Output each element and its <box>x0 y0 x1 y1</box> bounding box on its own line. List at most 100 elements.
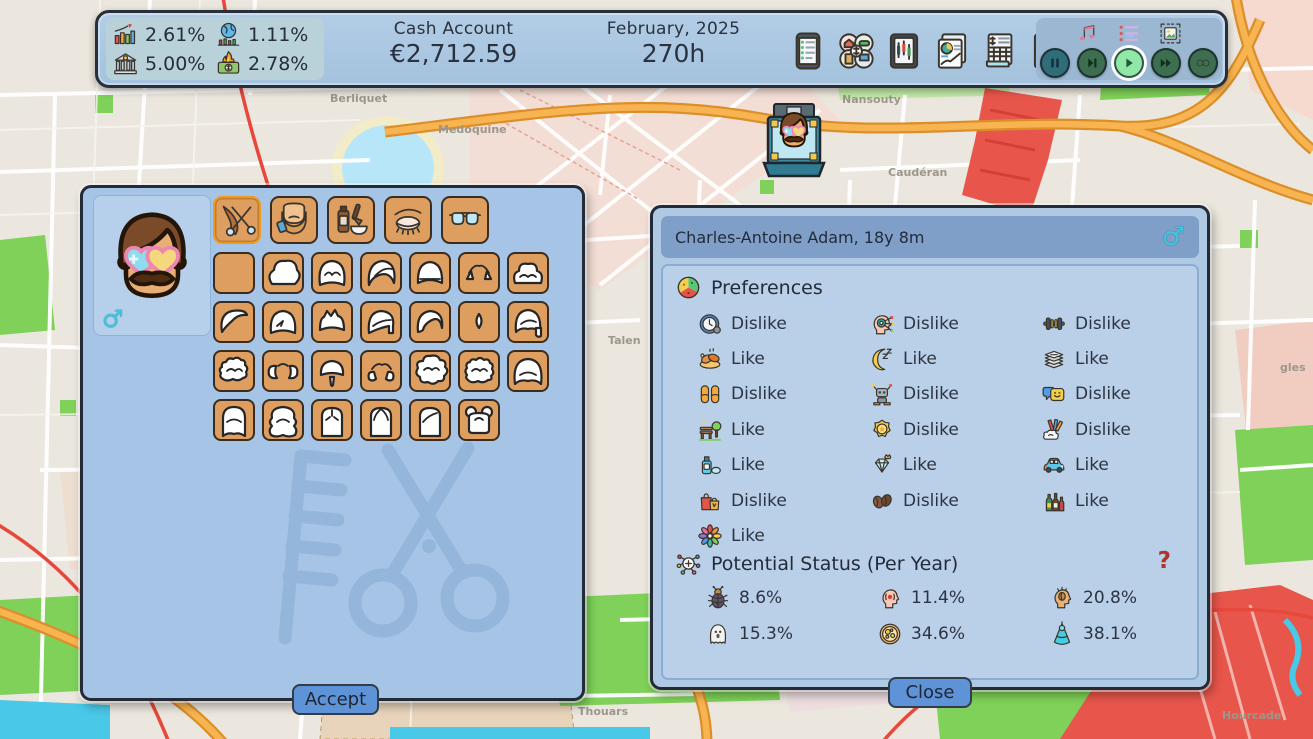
utility-row <box>1036 21 1222 46</box>
hair-option-swept[interactable] <box>360 252 402 294</box>
fast-forward-button[interactable] <box>1151 48 1181 78</box>
preference-item: Dislike <box>869 377 959 412</box>
date-block: February, 2025 270h <box>576 20 771 68</box>
hair-option-curls[interactable] <box>507 252 549 294</box>
stat-market: 2.61% <box>112 21 215 48</box>
stock-market-button[interactable] <box>882 29 926 73</box>
hair-option-afro[interactable] <box>409 350 451 392</box>
stat-bank: 5.00% <box>112 50 215 77</box>
emotions-wheel-icon <box>675 274 702 301</box>
playback-row <box>1036 48 1222 78</box>
music-button[interactable] <box>1076 21 1101 46</box>
game-screen: Berliquet Medoquine Nansouty Caudéran Ta… <box>0 0 1313 739</box>
map-label-berliquet: Berliquet <box>330 92 387 105</box>
map-label-talence: Talen <box>608 334 641 347</box>
male-symbol: ♂ <box>1162 222 1185 252</box>
hair-option-long2[interactable] <box>262 399 304 441</box>
stats-box: 2.61%5.00%1.11%2.78% <box>106 18 324 80</box>
tab-eyebrows[interactable] <box>384 196 432 244</box>
mental-icon <box>877 585 903 611</box>
brows-icon <box>389 201 427 239</box>
status-column-2: 11.4%34.6% <box>877 580 965 652</box>
hair-option-part[interactable] <box>262 301 304 343</box>
player-avatar <box>775 108 813 152</box>
status-column-1: 8.6%15.3% <box>705 580 793 652</box>
hair-option-strand[interactable] <box>311 350 353 392</box>
hair-option-long3[interactable] <box>311 399 353 441</box>
preference-item: Like <box>697 412 787 447</box>
map-label-hourcade: Hourcade <box>1222 709 1281 722</box>
max-speed-button[interactable] <box>1188 48 1218 78</box>
hair-option-round[interactable] <box>311 252 353 294</box>
hair-option-sides[interactable] <box>458 252 500 294</box>
hair-option-comb[interactable] <box>360 301 402 343</box>
tab-beard[interactable] <box>270 196 318 244</box>
bills-button[interactable] <box>978 29 1022 73</box>
cash-account-value: €2,712.59 <box>346 40 561 69</box>
hair-option-bangs[interactable] <box>409 252 451 294</box>
accept-button[interactable]: Accept <box>292 684 379 715</box>
play-button[interactable] <box>1114 48 1144 78</box>
car-icon <box>1041 452 1067 478</box>
phone-icon <box>787 30 829 72</box>
hair-option-bunsquare[interactable] <box>458 399 500 441</box>
hair-option-long5[interactable] <box>409 399 451 441</box>
loop-icon <box>1194 54 1212 72</box>
pause-button[interactable] <box>1040 48 1070 78</box>
status-item: 11.4% <box>877 580 965 616</box>
preference-item: Dislike <box>1041 412 1131 447</box>
tab-haircut[interactable] <box>213 196 261 244</box>
preference-item: Like <box>1041 341 1131 376</box>
play-slow-button[interactable] <box>1077 48 1107 78</box>
hair-option-squarecurl[interactable] <box>458 350 500 392</box>
hair-option-bob[interactable] <box>507 350 549 392</box>
preference-item: Dislike <box>697 483 787 518</box>
art-icon <box>1041 417 1067 443</box>
preference-item: Dislike <box>869 306 959 341</box>
status-item: 15.3% <box>705 616 793 652</box>
inflation-icon <box>215 50 242 77</box>
assets-button[interactable] <box>834 29 878 73</box>
close-button[interactable]: Close <box>888 677 972 708</box>
preference-item: Dislike <box>697 377 787 412</box>
potential-status-icon <box>675 550 702 577</box>
hair-option-curls2[interactable] <box>213 350 255 392</box>
screenshot-icon <box>1158 21 1183 46</box>
phone-tasks-button[interactable] <box>786 29 830 73</box>
avatar-preview-box: ♂ <box>93 195 211 336</box>
papers-icon <box>1041 346 1067 372</box>
barber-watermark <box>233 438 533 658</box>
hair-option-drop[interactable] <box>458 301 500 343</box>
tab-glasses[interactable] <box>441 196 489 244</box>
status-item: 34.6% <box>877 616 965 652</box>
screenshot-button[interactable] <box>1158 21 1183 46</box>
help-question-mark[interactable]: ? <box>1158 548 1171 574</box>
stat-world: 1.11% <box>215 21 318 48</box>
hair-option-spike[interactable] <box>311 301 353 343</box>
jewelry-icon <box>869 452 895 478</box>
potential-status-title: Potential Status (Per Year) <box>711 553 958 575</box>
hair-option-burns[interactable] <box>507 301 549 343</box>
preference-item: Dislike <box>869 412 959 447</box>
sleep-icon <box>869 346 895 372</box>
hair-option-sweep[interactable] <box>213 301 255 343</box>
hair-option-none[interactable] <box>213 252 255 294</box>
report-button[interactable] <box>930 29 974 73</box>
tab-hair-dye[interactable] <box>327 196 375 244</box>
status-item: 8.6% <box>705 580 793 616</box>
stat-inflation: 2.78% <box>215 50 318 77</box>
hair-option-puffs[interactable] <box>262 350 304 392</box>
preference-item: Like <box>1041 483 1131 518</box>
preferences-column-1: DislikeLikeDislikeLikeLikeDislikeLike <box>697 306 787 554</box>
event-list-button[interactable] <box>1117 21 1142 46</box>
flower-icon <box>697 523 723 549</box>
hair-option-long1[interactable] <box>213 399 255 441</box>
bug-icon <box>705 585 731 611</box>
hair-option-cloud[interactable] <box>262 252 304 294</box>
player-marker[interactable] <box>762 102 826 178</box>
play-icon <box>1120 54 1138 72</box>
market-icon <box>112 21 139 48</box>
hair-option-long4[interactable] <box>360 399 402 441</box>
hair-option-wave[interactable] <box>409 301 451 343</box>
hair-option-tufts[interactable] <box>360 350 402 392</box>
